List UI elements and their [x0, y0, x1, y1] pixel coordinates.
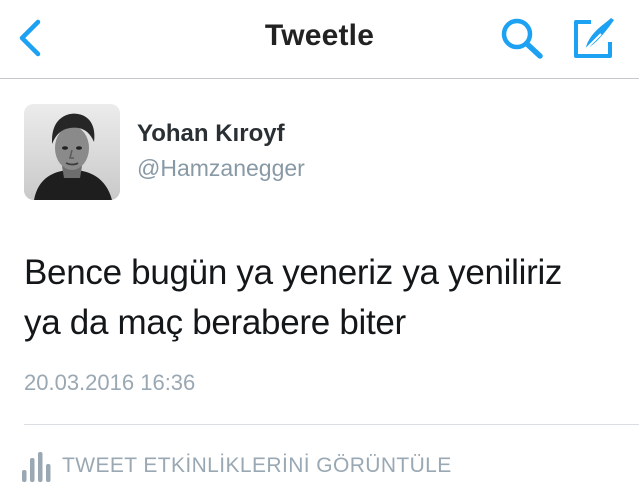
- tweet-text: Bence bugün ya yeneriz ya yeniliriz ya d…: [24, 248, 624, 348]
- author-name[interactable]: Yohan Kıroyf: [137, 120, 285, 148]
- author-handle[interactable]: @Hamzanegger: [137, 155, 305, 182]
- view-tweet-activity-label: TWEET ETKİNLİKLERİNİ GÖRÜNTÜLE: [62, 454, 452, 477]
- compose-icon: [574, 18, 614, 58]
- search-button[interactable]: [498, 16, 546, 60]
- back-button[interactable]: [14, 18, 50, 58]
- tweet-text-line: Bence bugün ya yeneriz ya yeniliriz: [24, 253, 563, 292]
- avatar-photo: [24, 104, 120, 200]
- chevron-left-icon: [19, 19, 41, 57]
- search-icon: [501, 18, 543, 59]
- tweet-text-line: ya da maç berabere biter: [24, 303, 406, 342]
- tweet-timestamp: 20.03.2016 16:36: [24, 370, 196, 395]
- divider: [24, 424, 639, 425]
- navigation-bar: Tweetle: [0, 0, 639, 79]
- bar-chart-icon: [22, 452, 51, 482]
- tweet-detail-screen: Tweetle Yohan Kıroyf @Hamzanegger Bence …: [0, 0, 639, 501]
- view-tweet-activity-button[interactable]: TWEET ETKİNLİKLERİNİ GÖRÜNTÜLE: [20, 446, 452, 486]
- avatar[interactable]: [24, 104, 120, 200]
- compose-button[interactable]: [571, 14, 619, 60]
